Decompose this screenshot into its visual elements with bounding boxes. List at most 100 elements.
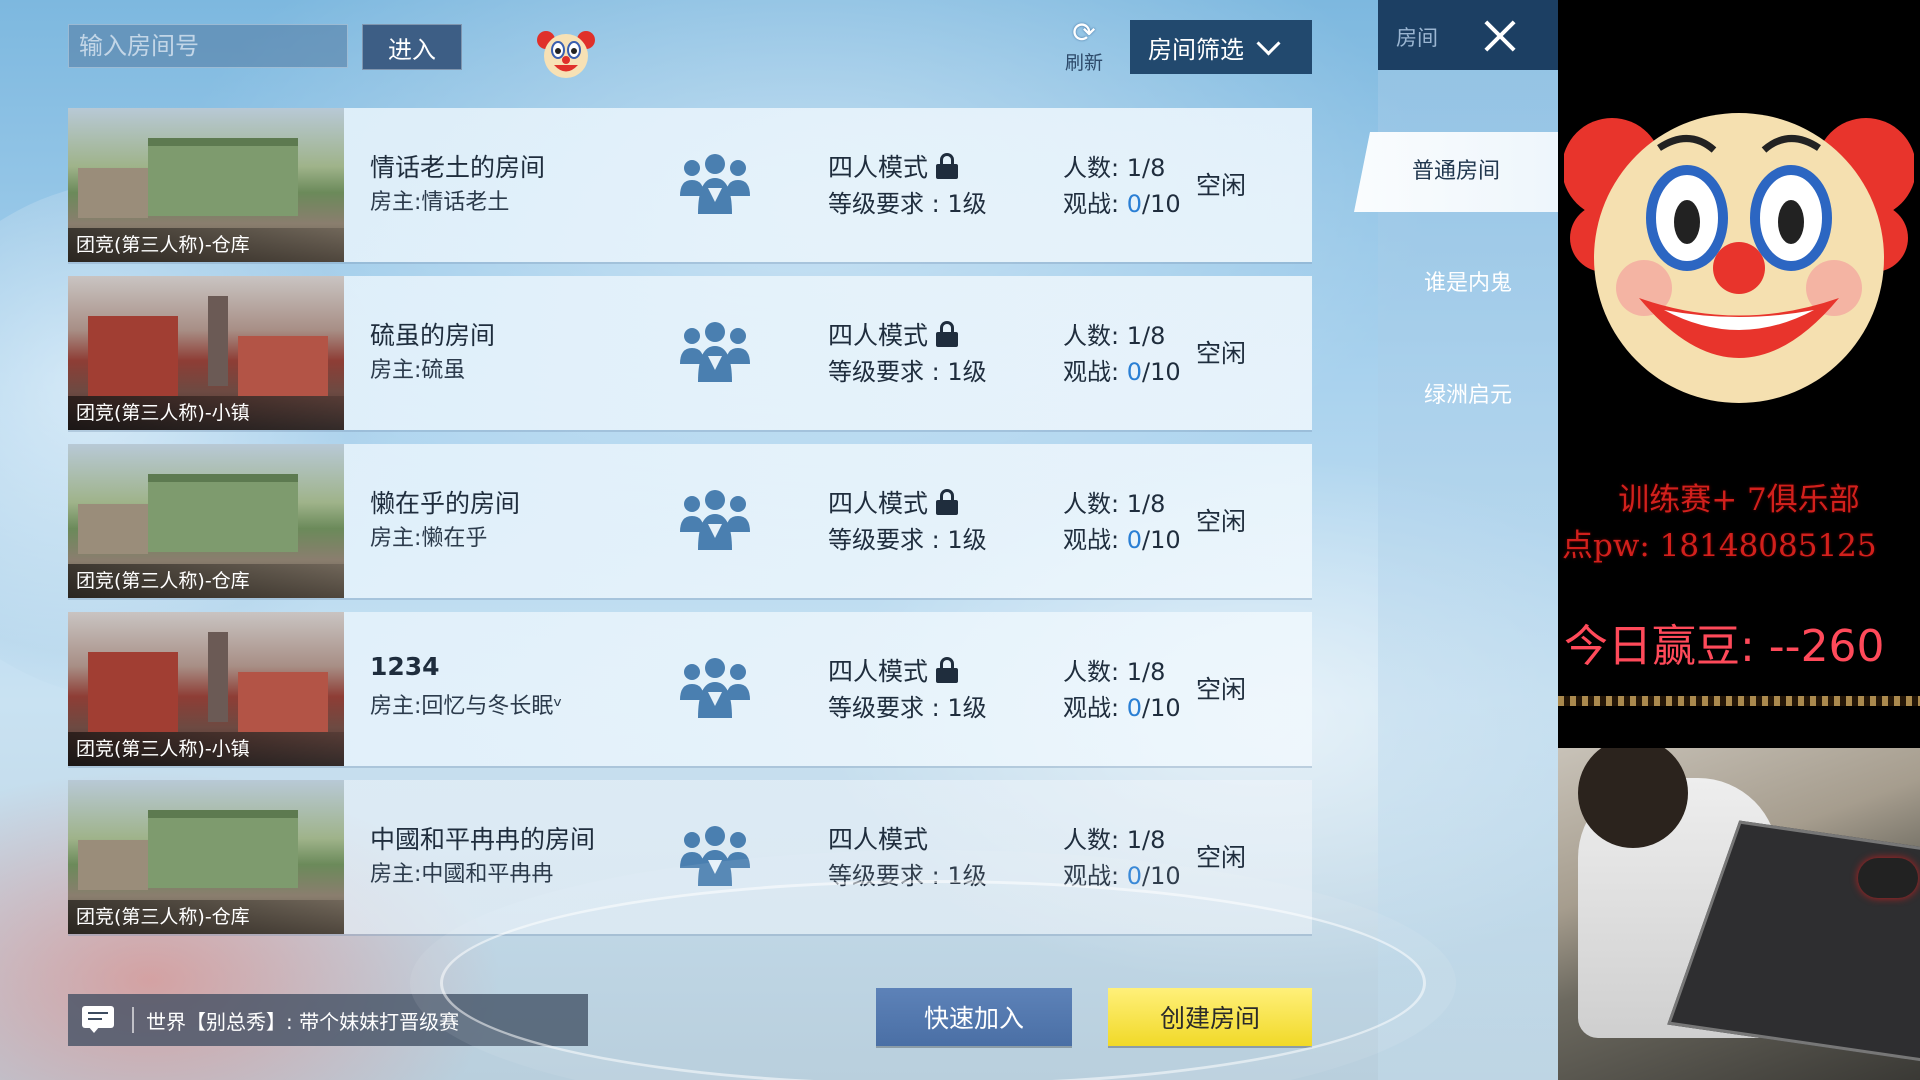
top-bar: 进入 ⟳ 刷新 房间筛选: [0, 0, 1378, 88]
room-mode: 四人模式: [828, 652, 959, 688]
team-mode-icon: [678, 320, 752, 384]
webcam-feed: [1558, 748, 1920, 1080]
clown-emoji-icon: [1564, 113, 1914, 403]
spectator-current: 0: [1126, 358, 1143, 386]
mode-label: 四人模式: [828, 657, 929, 686]
spectator-count: 观战: 0/10: [1063, 688, 1181, 723]
map-label: 团竞(第三人称)-小镇: [68, 732, 344, 766]
mode-label: 四人模式: [828, 825, 929, 854]
map-label: 团竞(第三人称)-仓库: [68, 900, 344, 934]
refresh-icon: ⟳: [1072, 16, 1096, 49]
map-thumbnail: 团竞(第三人称)-仓库: [68, 444, 344, 598]
room-host: 房主:懒在乎: [370, 526, 488, 551]
refresh-label: 刷新: [1064, 52, 1103, 74]
player-count: 人数: 1/8: [1063, 652, 1165, 687]
spectator-count-label: 观战:: [1063, 358, 1120, 386]
map-label: 团竞(第三人称)-仓库: [68, 564, 344, 598]
player-count-value: 1/8: [1126, 322, 1166, 350]
create-room-button[interactable]: 创建房间: [1108, 988, 1312, 1046]
tab-who-is-impostor[interactable]: 谁是内鬼: [1378, 244, 1558, 324]
player-count: 人数: 1/8: [1063, 316, 1165, 351]
game-room-list-screen: 进入 ⟳ 刷新 房间筛选 团竞(第三人称)-仓库情话老土的房间房主:情话老土四人…: [0, 0, 1558, 1080]
mode-label: 四人模式: [828, 153, 929, 182]
chevron-down-icon: [1256, 30, 1281, 56]
spectator-count: 观战: 0/10: [1063, 184, 1181, 219]
spectator-max: /10: [1142, 190, 1181, 218]
quick-join-button[interactable]: 快速加入: [876, 988, 1072, 1046]
spectator-count-label: 观战:: [1063, 526, 1120, 554]
world-chat-bar[interactable]: 世界【别总秀】: 带个妹妹打晋级赛: [68, 994, 588, 1046]
room-type-tabs: 房间 普通房间 谁是内鬼 绿洲启元: [1354, 0, 1558, 1080]
player-count-label: 人数:: [1063, 490, 1120, 518]
room-host: 房主:硫虽: [370, 358, 466, 383]
room-row[interactable]: 团竞(第三人称)-仓库 情话老土的房间 房主:情话老土 四人模式 等级要求 : 1级 人数…: [68, 108, 1312, 262]
room-number-input[interactable]: [68, 24, 348, 68]
refresh-button[interactable]: ⟳ 刷新: [1054, 18, 1114, 78]
room-host: 房主:中國和平冉冉: [370, 862, 554, 887]
daily-beans-counter: 今日赢豆: --260: [1564, 621, 1885, 672]
map-label: 团竞(第三人称)-仓库: [68, 228, 344, 262]
room-row[interactable]: 团竞(第三人称)-仓库 中國和平冉冉的房间 房主:中國和平冉冉 四人模式 等级要求 : …: [68, 780, 1312, 934]
spectator-count-label: 观战:: [1063, 190, 1120, 218]
clown-emoji-icon: [537, 31, 595, 78]
team-mode-icon: [678, 488, 752, 552]
level-requirement: 等级要求 : 1级: [828, 526, 987, 554]
player-count-label: 人数:: [1063, 658, 1120, 686]
level-requirement: 等级要求 : 1级: [828, 862, 987, 890]
spectator-current: 0: [1126, 862, 1143, 890]
map-thumbnail: 团竞(第三人称)-仓库: [68, 780, 344, 934]
room-mode: 四人模式: [828, 316, 959, 352]
room-mode: 四人模式: [828, 484, 959, 520]
room-status: 空闲: [1196, 171, 1247, 200]
tab-oasis-qiyuan[interactable]: 绿洲启元: [1378, 356, 1558, 436]
room-name: 情话老土的房间: [370, 153, 546, 182]
room-host: 房主:回忆与冬长眠ᵛ: [370, 694, 563, 719]
enter-button[interactable]: 进入: [362, 24, 462, 70]
room-filter-dropdown[interactable]: 房间筛选: [1130, 20, 1312, 74]
player-count-value: 1/8: [1126, 154, 1166, 182]
team-mode-icon: [678, 824, 752, 888]
room-list: 团竞(第三人称)-仓库 情话老土的房间 房主:情话老土 四人模式 等级要求 : 1级 人数…: [68, 108, 1312, 960]
room-status: 空闲: [1196, 675, 1247, 704]
player-count-value: 1/8: [1126, 490, 1166, 518]
close-icon[interactable]: [1478, 14, 1522, 58]
room-host: 房主:情话老土: [370, 190, 510, 215]
map-thumbnail: 团竞(第三人称)-小镇: [68, 612, 344, 766]
chat-icon: [82, 1006, 118, 1034]
spectator-count: 观战: 0/10: [1063, 856, 1181, 891]
player-count: 人数: 1/8: [1063, 484, 1165, 519]
decorative-divider: [1558, 696, 1920, 706]
spectator-count-label: 观战:: [1063, 862, 1120, 890]
player-count-value: 1/8: [1126, 658, 1166, 686]
spectator-count-label: 观战:: [1063, 694, 1120, 722]
room-name: 硫虽的房间: [370, 321, 496, 350]
team-mode-icon: [678, 152, 752, 216]
player-count-label: 人数:: [1063, 826, 1120, 854]
room-row[interactable]: 团竞(第三人称)-小镇 1234 房主:回忆与冬长眠ᵛ 四人模式等级要求 : 1级 人数…: [68, 612, 1312, 766]
room-name: 1234: [370, 652, 440, 681]
mode-label: 四人模式: [828, 321, 929, 350]
chat-divider: [132, 1007, 134, 1033]
room-filter-label: 房间筛选: [1148, 35, 1244, 64]
player-count: 人数: 1/8: [1063, 148, 1165, 183]
room-status: 空闲: [1196, 507, 1247, 536]
spectator-current: 0: [1126, 190, 1143, 218]
chat-message: 世界【别总秀】: 带个妹妹打晋级赛: [146, 1009, 460, 1034]
map-thumbnail: 团竞(第三人称)-仓库: [68, 108, 344, 262]
room-row[interactable]: 团竞(第三人称)-小镇 硫虽的房间房主:硫虽 四人模式等级要求 : 1级 人数: 1/…: [68, 276, 1312, 430]
map-thumbnail: 团竞(第三人称)-小镇: [68, 276, 344, 430]
room-row[interactable]: 团竞(第三人称)-仓库 懒在乎的房间 房主:懒在乎 四人模式 等级要求 : 1级 人数: …: [68, 444, 1312, 598]
spectator-count: 观战: 0/10: [1063, 520, 1181, 555]
room-mode: 四人模式: [828, 148, 959, 184]
player-count-label: 人数:: [1063, 322, 1120, 350]
spectator-count: 观战: 0/10: [1063, 352, 1181, 387]
spectator-max: /10: [1142, 526, 1181, 554]
promo-contact-text: 点pw: 18148085125: [1562, 528, 1877, 564]
tab-normal-room[interactable]: 普通房间: [1354, 132, 1558, 212]
lock-icon: [936, 657, 959, 683]
map-label: 团竞(第三人称)-小镇: [68, 396, 344, 430]
level-requirement: 等级要求 : 1级: [828, 358, 987, 386]
room-status: 空闲: [1196, 339, 1247, 368]
level-requirement: 等级要求 : 1级: [828, 694, 987, 722]
room-status: 空闲: [1196, 843, 1247, 872]
